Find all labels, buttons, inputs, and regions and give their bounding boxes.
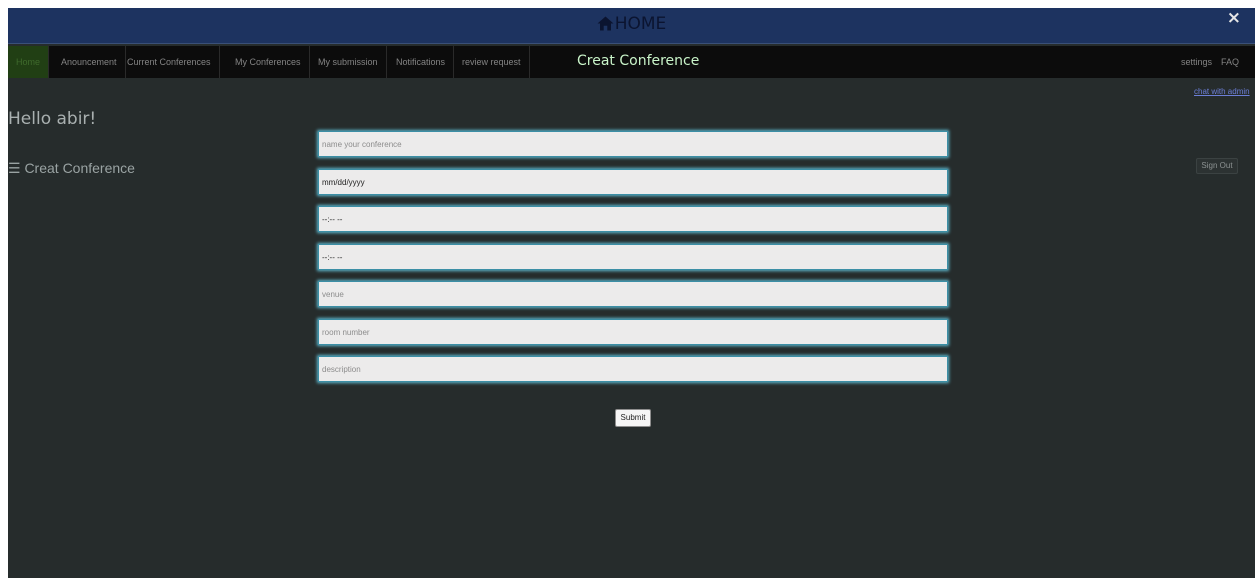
sidebar-menu-toggle[interactable]: ☰ Creat Conference	[8, 160, 135, 177]
home-title[interactable]: HOME	[8, 14, 1255, 36]
description-input[interactable]	[318, 356, 948, 382]
greeting-text: Hello abir!	[8, 109, 97, 129]
home-icon	[597, 16, 614, 36]
room-number-input[interactable]	[318, 319, 948, 345]
nav-item-current-conferences[interactable]: Current Conferences	[119, 46, 220, 78]
submit-button[interactable]: Submit	[615, 409, 651, 427]
app-frame: HOME × Home Anouncement Current Conferen…	[8, 8, 1255, 578]
sign-out-button[interactable]: Sign Out	[1196, 158, 1238, 174]
page-heading: Creat Conference	[577, 53, 700, 69]
venue-input[interactable]	[318, 281, 948, 307]
main-nav: Home Anouncement Current Conferences My …	[8, 46, 1255, 78]
close-button[interactable]: ×	[1227, 8, 1241, 28]
nav-item-notifications[interactable]: Notifications	[388, 46, 455, 78]
nav-item-my-conferences[interactable]: My Conferences	[227, 46, 310, 78]
nav-item-my-submission[interactable]: My submission	[310, 46, 387, 78]
home-title-label: HOME	[614, 14, 667, 34]
conference-date-input[interactable]	[318, 169, 948, 195]
nav-item-review-request[interactable]: review request	[454, 46, 530, 78]
title-bar: HOME ×	[8, 8, 1255, 44]
chat-with-admin-link[interactable]: chat with admin	[1194, 87, 1250, 96]
nav-item-announcement[interactable]: Anouncement	[53, 46, 126, 78]
end-time-input[interactable]	[318, 244, 948, 270]
nav-item-home[interactable]: Home	[8, 46, 50, 78]
nav-item-faq[interactable]: FAQ	[1213, 46, 1247, 78]
conference-name-input[interactable]	[318, 131, 948, 157]
start-time-input[interactable]	[318, 206, 948, 232]
